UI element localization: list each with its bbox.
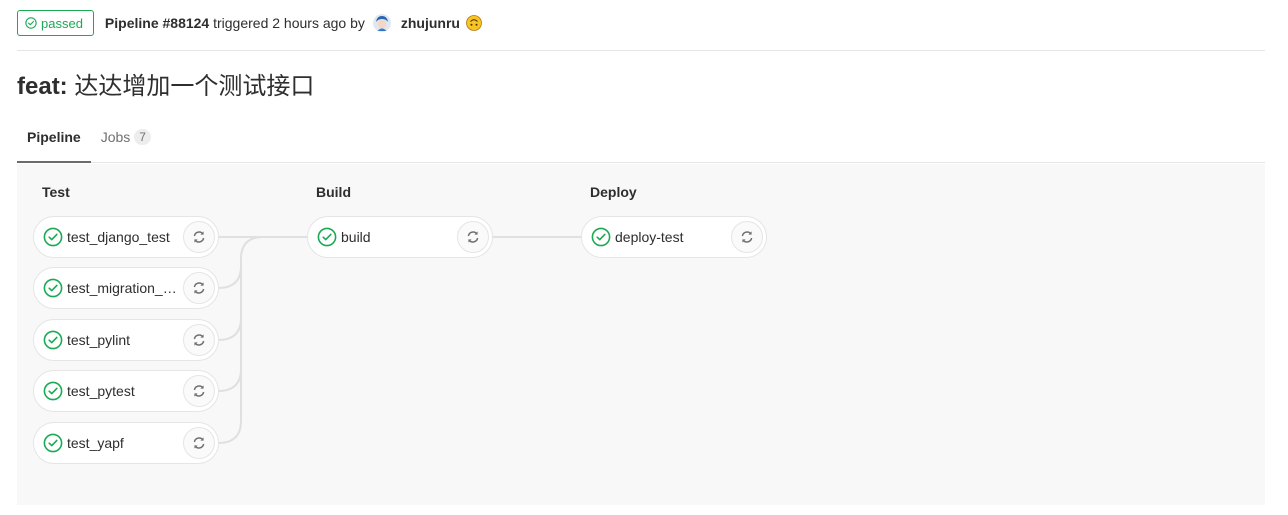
job-name: test_yapf <box>67 435 124 451</box>
check-circle-icon <box>43 433 63 453</box>
job-name: deploy-test <box>615 229 684 245</box>
pipeline-tabs: Pipeline Jobs 7 <box>17 112 1265 163</box>
tab-pipeline[interactable]: Pipeline <box>17 112 91 163</box>
retry-button[interactable] <box>731 221 763 253</box>
avatar[interactable] <box>372 14 391 32</box>
upside-down-face-icon <box>466 15 482 31</box>
job-deploy-test[interactable]: deploy-test <box>581 216 767 258</box>
pipeline-info: Pipeline #88124 triggered 2 hours ago by… <box>105 10 482 36</box>
job-test-migration[interactable]: test_migration_f... <box>33 267 219 309</box>
check-circle-icon <box>43 227 63 247</box>
commit-type: feat: <box>17 73 68 100</box>
retry-icon <box>741 231 753 243</box>
job-test-pytest[interactable]: test_pytest <box>33 370 219 412</box>
retry-button[interactable] <box>457 221 489 253</box>
job-test-pylint[interactable]: test_pylint <box>33 319 219 361</box>
retry-icon <box>193 437 205 449</box>
pipeline-graph: Test Build Deploy test_django_test test_… <box>17 164 1265 505</box>
retry-icon <box>193 334 205 346</box>
tab-pipeline-label: Pipeline <box>27 129 81 145</box>
check-circle-icon <box>591 227 611 247</box>
author-link[interactable]: zhujunru <box>401 10 460 36</box>
retry-button[interactable] <box>183 272 215 304</box>
retry-button[interactable] <box>183 324 215 356</box>
job-test-yapf[interactable]: test_yapf <box>33 422 219 464</box>
job-name: test_pylint <box>67 332 131 348</box>
job-name: test_django_test <box>67 229 170 245</box>
job-build[interactable]: build <box>307 216 493 258</box>
retry-button[interactable] <box>183 221 215 253</box>
tab-jobs-label: Jobs <box>100 129 131 145</box>
check-circle-icon <box>43 278 63 298</box>
retry-icon <box>193 231 205 243</box>
stage-title-test: Test <box>42 184 70 200</box>
check-circle-icon <box>43 330 63 350</box>
tab-jobs[interactable]: Jobs 7 <box>91 112 161 162</box>
job-test-django-test[interactable]: test_django_test <box>33 216 219 258</box>
retry-button[interactable] <box>183 375 215 407</box>
check-circle-icon <box>25 17 37 29</box>
commit-message: 达达增加一个测试接口 <box>74 72 315 100</box>
stage-title-build: Build <box>316 184 351 200</box>
retry-button[interactable] <box>183 427 215 459</box>
retry-icon <box>193 282 205 294</box>
stage-title-deploy: Deploy <box>590 184 637 200</box>
jobs-count-badge: 7 <box>134 129 151 145</box>
pipeline-id: Pipeline #88124 <box>104 15 210 31</box>
page-title: feat: 达达增加一个测试接口 <box>17 66 314 101</box>
job-name: build <box>341 229 371 245</box>
check-circle-icon <box>43 381 63 401</box>
check-circle-icon <box>317 227 337 247</box>
triggered-text: triggered 2 hours ago by <box>213 15 365 31</box>
status-badge[interactable]: passed <box>17 10 94 36</box>
status-label: passed <box>41 15 83 31</box>
job-name: test_pytest <box>67 383 135 399</box>
retry-icon <box>193 385 205 397</box>
job-name: test_migration_f... <box>67 280 177 296</box>
retry-icon <box>467 231 479 243</box>
pipeline-header: passed Pipeline #88124 triggered 2 hours… <box>17 10 1265 51</box>
